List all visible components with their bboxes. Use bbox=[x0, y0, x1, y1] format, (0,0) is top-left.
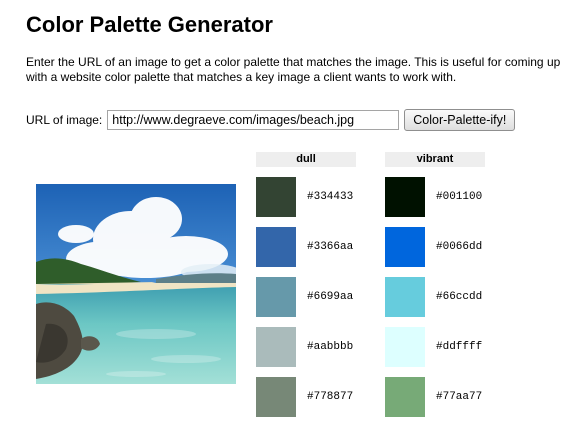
color-swatch bbox=[385, 227, 425, 267]
intro-text: Enter the URL of an image to get a color… bbox=[26, 55, 561, 84]
color-swatch bbox=[256, 177, 296, 217]
color-swatch bbox=[256, 277, 296, 317]
beach-image bbox=[36, 184, 236, 384]
hex-code: #778877 bbox=[307, 391, 354, 403]
hex-code: #77aa77 bbox=[436, 391, 483, 403]
hex-code: #334433 bbox=[307, 191, 354, 203]
color-swatch bbox=[256, 227, 296, 267]
url-form: URL of image: Color-Palette-ify! bbox=[26, 109, 516, 131]
hex-code: #aabbbb bbox=[307, 341, 354, 353]
hex-code: #0066dd bbox=[436, 241, 483, 253]
color-swatch bbox=[385, 377, 425, 417]
color-swatch bbox=[256, 327, 296, 367]
hex-code: #3366aa bbox=[307, 241, 354, 253]
dull-palette-header: dull bbox=[256, 152, 356, 167]
url-input[interactable] bbox=[107, 110, 400, 130]
color-swatch bbox=[385, 277, 425, 317]
color-palette-ify-button[interactable]: Color-Palette-ify! bbox=[404, 109, 516, 131]
color-swatch bbox=[385, 177, 425, 217]
vibrant-palette-header: vibrant bbox=[385, 152, 485, 167]
hex-code: #6699aa bbox=[307, 291, 354, 303]
hex-code: #001100 bbox=[436, 191, 483, 203]
source-image bbox=[36, 184, 236, 384]
page-title: Color Palette Generator bbox=[26, 12, 273, 37]
color-swatch bbox=[256, 377, 296, 417]
hex-code: #ddffff bbox=[436, 341, 483, 353]
color-swatch bbox=[385, 327, 425, 367]
url-label: URL of image: bbox=[26, 113, 103, 127]
hex-code: #66ccdd bbox=[436, 291, 483, 303]
